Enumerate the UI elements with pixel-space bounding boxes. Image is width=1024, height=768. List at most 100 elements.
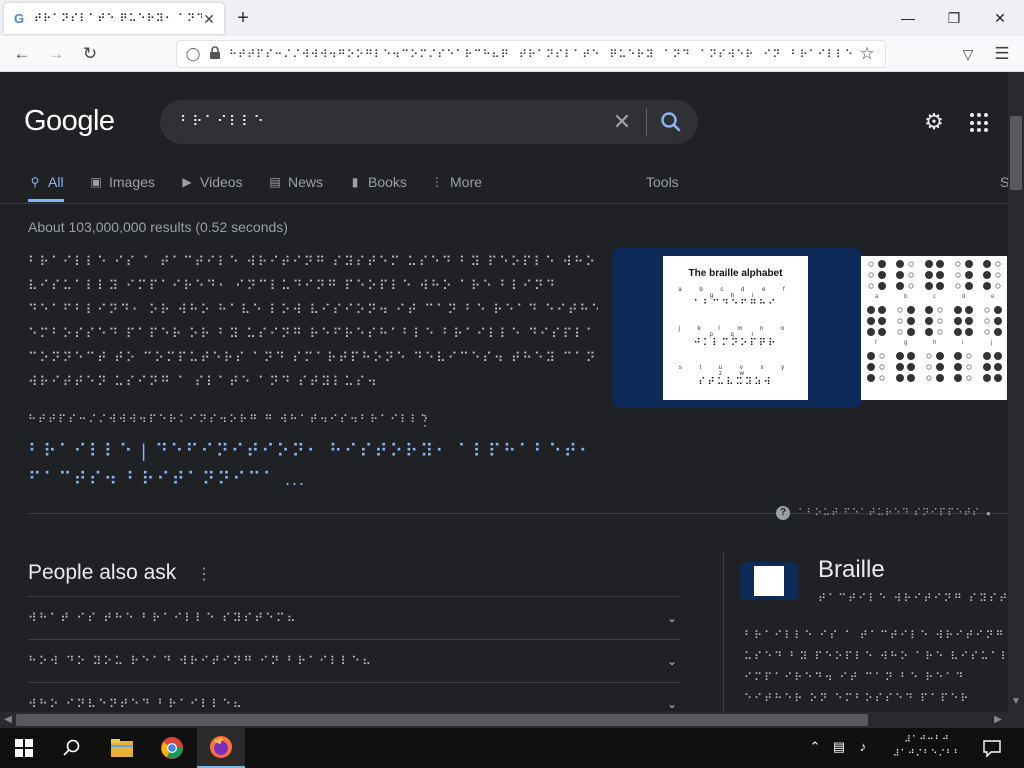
chevron-down-icon[interactable]: ⌄ [664,653,680,669]
news-icon: ▤ [269,175,281,189]
clear-search-icon[interactable]: ✕ [610,110,634,134]
windows-start-icon[interactable] [0,728,48,768]
taskbar-search-icon[interactable] [48,728,96,768]
tab-news[interactable]: ▤ News [268,174,323,202]
braille-dot [897,318,903,324]
settings-gear-icon[interactable]: ⚙ [922,110,946,134]
paa-question[interactable]: ⠓⠕⠺ ⠙⠕ ⠽⠕⠥ ⠗⠑⠁⠙ ⠺⠗⠊⠞⠊⠝⠛ ⠊⠝ ⠃⠗⠁⠊⠇⠇⠑⠦ ⌄ [28,639,680,682]
search-divider [646,108,647,136]
result-menu-icon[interactable]: ⋮ [418,412,432,429]
pocket-icon[interactable]: ▽ [956,42,980,66]
paa-question-text[interactable]: ⠓⠕⠺ ⠙⠕ ⠽⠕⠥ ⠗⠑⠁⠙ ⠺⠗⠊⠞⠊⠝⠛ ⠊⠝ ⠃⠗⠁⠊⠇⠇⠑⠦ [28,654,628,668]
braille-alphabet-image[interactable]: The braille alphabet a b c d e f g h i ⠁… [663,256,808,400]
tools-button[interactable]: Tools [646,174,679,202]
tab-videos[interactable]: ▶ Videos [180,174,242,202]
knowledge-panel-thumbnail[interactable] [740,562,798,600]
horizontal-scroll-thumb[interactable] [16,714,868,726]
search-box[interactable]: ⠃⠗⠁⠊⠇⠇⠑ ✕ [160,100,698,144]
chevron-down-icon[interactable]: ⌄ [664,610,680,626]
search-input[interactable]: ⠃⠗⠁⠊⠇⠇⠑ [180,113,266,130]
lock-icon[interactable] [207,46,223,62]
braille-dot [984,318,990,324]
braille-dot [955,283,961,289]
braille-dot [954,374,962,382]
clock-time: ⠼⠁⠚⠒⠃⠚ [904,734,950,744]
browser-toolbar: ← → ↻ ◯ ⠓⠞⠞⠏⠎⠒⠌⠌⠺⠺⠺⠲⠛⠕⠕⠛⠇⠑⠲⠉⠕⠍⠌⠎⠑⠁⠗⠉⠓⠦⠟⠀… [0,36,1024,72]
braille-dot [896,374,904,382]
firefox-icon[interactable] [197,728,245,768]
scroll-down-arrow-icon[interactable]: ▼ [1008,694,1024,710]
reload-button[interactable]: ↻ [78,42,102,66]
paa-question-text[interactable]: ⠺⠓⠕ ⠊⠝⠧⠑⠝⠞⠑⠙ ⠃⠗⠁⠊⠇⠇⠑⠦ [28,697,628,711]
menu-hamburger-icon[interactable]: ☰ [990,42,1014,66]
url-text[interactable]: ⠓⠞⠞⠏⠎⠒⠌⠌⠺⠺⠺⠲⠛⠕⠕⠛⠇⠑⠲⠉⠕⠍⠌⠎⠑⠁⠗⠉⠓⠦⠟⠀⠞⠗⠁⠝⠎⠇⠁⠞… [229,48,877,61]
taskbar-clock[interactable]: ⠼⠁⠚⠒⠃⠚ ⠼⠁⠚⠌⠃⠑⠌⠃⠃ [892,732,962,760]
braille-dot [868,261,874,267]
braille-dot [896,352,904,360]
chevron-down-icon[interactable]: ⌄ [664,696,680,712]
safesearch-button[interactable]: S [1000,174,1008,202]
paa-question[interactable]: ⠺⠓⠁⠞ ⠊⠎ ⠞⠓⠑ ⠃⠗⠁⠊⠇⠇⠑ ⠎⠽⠎⠞⠑⠍⠦ ⌄ [28,596,680,639]
braille-dot [936,282,944,290]
braille-dot [954,306,962,314]
bookmark-star-icon[interactable]: ☆ [855,42,879,66]
help-icon[interactable]: ? [776,506,790,520]
tab-all[interactable]: ⚲ All [28,174,64,202]
braille-dots-image[interactable]: a b c d e f g h i j [861,256,1007,400]
search-icon[interactable] [658,109,684,135]
book-icon: ▮ [351,175,359,189]
tab-books[interactable]: ▮ Books [348,174,407,202]
paa-menu-icon[interactable]: ⋮ [196,564,212,584]
forward-button[interactable]: → [44,42,68,66]
notifications-icon[interactable] [982,738,1002,758]
horizontal-scrollbar[interactable]: ◀ ▶ [0,712,1008,728]
chrome-icon[interactable] [148,728,196,768]
result-url[interactable]: ⠓⠞⠞⠏⠎⠒⠌⠌⠺⠺⠺⠲⠏⠑⠗⠅⠊⠝⠎⠲⠕⠗⠛ ⠛ ⠺⠓⠁⠞⠲⠊⠎⠲⠃⠗⠁⠊⠇⠇… [28,413,448,426]
vertical-scroll-thumb[interactable] [1010,116,1022,190]
braille-dot [936,363,944,371]
braille-dot [995,283,1001,289]
braille-dot [994,306,1002,314]
result-title-line[interactable]: ⠃⠗⠁⠊⠇⠇⠑ | ⠙⠑⠋⠊⠝⠊⠞⠊⠕⠝⠂ ⠓⠊⠎⠞⠕⠗⠽⠂ ⠁⠇⠏⠓⠁⠃⠑⠞⠂… [28,437,598,465]
vertical-scrollbar[interactable]: ▼ [1008,72,1024,712]
minimize-button[interactable]: — [896,6,920,30]
image-card-letters: s t u v x y z w [678,365,793,377]
volume-icon[interactable]: ♪ [854,739,872,754]
image-card-dots: ⠁⠃⠉⠙⠑⠋⠛⠓⠊ [693,299,778,310]
braille-dot-letter: a [875,294,879,300]
restore-button[interactable]: ❐ [942,6,966,30]
close-tab-icon[interactable]: ✕ [202,12,216,26]
scroll-left-arrow-icon[interactable]: ◀ [0,712,16,728]
file-explorer-icon[interactable] [98,728,146,768]
feedback-row[interactable]: ? ⠁⠃⠕⠥⠞ ⠋⠑⠁⠞⠥⠗⠑⠙ ⠎⠝⠊⠏⠏⠑⠞⠎ ● [776,506,991,520]
google-logo[interactable]: Google [24,105,115,138]
scroll-right-arrow-icon[interactable]: ▶ [990,712,1006,728]
tab-images[interactable]: ▣ Images [89,174,155,202]
shield-icon[interactable]: ◯ [185,46,201,62]
address-bar[interactable]: ◯ ⠓⠞⠞⠏⠎⠒⠌⠌⠺⠺⠺⠲⠛⠕⠕⠛⠇⠑⠲⠉⠕⠍⠌⠎⠑⠁⠗⠉⠓⠦⠟⠀⠞⠗⠁⠝⠎⠇… [176,40,886,68]
close-window-button[interactable]: ✕ [988,6,1012,30]
tray-chevron-up-icon[interactable]: ⌃ [806,739,824,755]
braille-dot [926,353,932,359]
braille-dot [966,364,972,370]
network-icon[interactable]: ▤ [830,739,848,755]
braille-dot [994,363,1002,371]
paa-question-text[interactable]: ⠺⠓⠁⠞ ⠊⠎ ⠞⠓⠑ ⠃⠗⠁⠊⠇⠇⠑ ⠎⠽⠎⠞⠑⠍⠦ [28,611,628,625]
feedback-label[interactable]: ⠁⠃⠕⠥⠞ ⠋⠑⠁⠞⠥⠗⠑⠙ ⠎⠝⠊⠏⠏⠑⠞⠎ [798,508,978,519]
back-button[interactable]: ← [10,42,34,66]
braille-dot [868,283,874,289]
result-title-line[interactable]: ⠋⠁⠉⠞⠎⠲ ⠃⠗⠊⠞⠁⠝⠝⠊⠉⠁ ... [28,465,598,493]
braille-dot [937,318,943,324]
tab-label: More [450,174,482,190]
braille-dot [868,272,874,278]
braille-dot [925,328,933,336]
image-card-letters: a b c d e f g h i [678,287,793,299]
kebab-icon: ⋮ [431,175,443,189]
braille-dot [937,329,943,335]
browser-tab[interactable]: G ⠞⠗⠁⠝⠎⠇⠁⠞⠑ ⠟⠥⠑⠗⠽⠂ ⠁⠝⠙ ⠁ ✕ [4,3,224,34]
tab-more[interactable]: ⋮ More [430,174,482,202]
new-tab-button[interactable]: + [232,7,254,29]
paa-question[interactable]: ⠺⠓⠕ ⠊⠝⠧⠑⠝⠞⠑⠙ ⠃⠗⠁⠊⠇⠇⠑⠦ ⌄ [28,682,680,712]
result-title-link[interactable]: ⠃⠗⠁⠊⠇⠇⠑ | ⠙⠑⠋⠊⠝⠊⠞⠊⠕⠝⠂ ⠓⠊⠎⠞⠕⠗⠽⠂ ⠁⠇⠏⠓⠁⠃⠑⠞⠂… [28,437,598,493]
google-apps-icon[interactable] [970,113,990,133]
